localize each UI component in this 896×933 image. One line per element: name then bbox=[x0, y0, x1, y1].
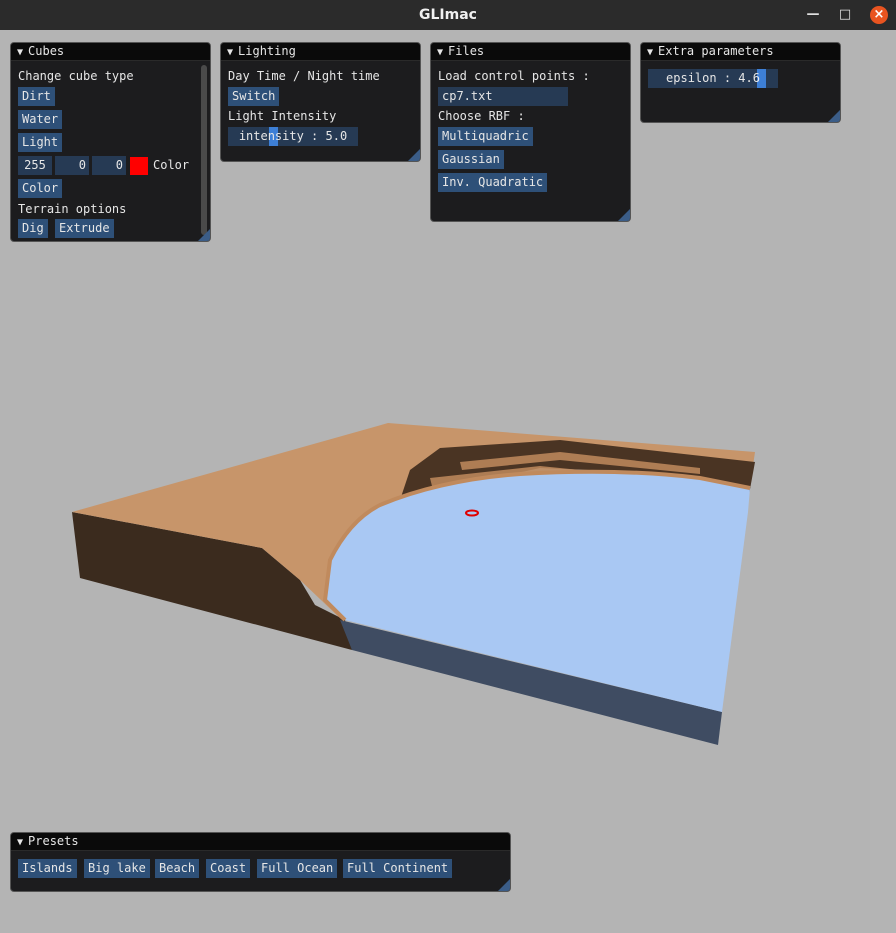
light-button[interactable]: Light bbox=[18, 133, 63, 152]
day-night-label: Day Time / Night time bbox=[228, 69, 380, 83]
lighting-panel-header[interactable]: ▼ Lighting bbox=[221, 43, 420, 61]
lighting-panel: ▼ Lighting Day Time / Night time Switch L… bbox=[220, 42, 421, 162]
resize-grip[interactable] bbox=[408, 149, 420, 161]
preset-beach-button[interactable]: Beach bbox=[155, 859, 200, 878]
collapse-arrow-icon[interactable]: ▼ bbox=[17, 837, 23, 848]
resize-grip[interactable] bbox=[198, 229, 210, 241]
collapse-arrow-icon[interactable]: ▼ bbox=[17, 47, 23, 58]
cubes-panel: ▼ Cubes Change cube type Dirt Water Light… bbox=[10, 42, 211, 242]
preset-full-ocean-button[interactable]: Full Ocean bbox=[257, 859, 338, 878]
collapse-arrow-icon[interactable]: ▼ bbox=[437, 47, 443, 58]
minimize-icon[interactable]: — bbox=[804, 6, 822, 24]
extra-panel-title: Extra parameters bbox=[658, 44, 774, 58]
collapse-arrow-icon[interactable]: ▼ bbox=[227, 47, 233, 58]
terrain-options-label: Terrain options bbox=[18, 202, 127, 216]
epsilon-slider-text: epsilon : 4.6 bbox=[666, 71, 760, 85]
collapse-arrow-icon[interactable]: ▼ bbox=[647, 47, 653, 58]
cubes-scrollbar[interactable] bbox=[201, 65, 207, 235]
gaussian-button[interactable]: Gaussian bbox=[438, 150, 504, 169]
preset-big-lake-button[interactable]: Big lake bbox=[84, 859, 150, 878]
resize-grip[interactable] bbox=[498, 879, 510, 891]
preset-full-continent-button[interactable]: Full Continent bbox=[343, 859, 453, 878]
multiquadric-button[interactable]: Multiquadric bbox=[438, 127, 533, 146]
intensity-slider[interactable]: intensity : 5.0 bbox=[228, 127, 358, 146]
color-label: Color bbox=[153, 158, 190, 172]
presets-panel-header[interactable]: ▼ Presets bbox=[11, 833, 510, 851]
cubes-panel-title: Cubes bbox=[28, 44, 65, 58]
dirt-button[interactable]: Dirt bbox=[18, 87, 55, 106]
color-r-field[interactable]: 255 bbox=[18, 156, 52, 175]
close-icon[interactable]: × bbox=[870, 6, 888, 24]
lighting-panel-title: Lighting bbox=[238, 44, 296, 58]
resize-grip[interactable] bbox=[828, 110, 840, 122]
presets-panel-title: Presets bbox=[28, 834, 79, 848]
extrude-button[interactable]: Extrude bbox=[55, 219, 114, 238]
extra-parameters-panel: ▼ Extra parameters epsilon : 4.6 bbox=[640, 42, 841, 123]
change-cube-type-label: Change cube type bbox=[18, 69, 134, 83]
switch-button[interactable]: Switch bbox=[228, 87, 280, 106]
cubes-panel-header[interactable]: ▼ Cubes bbox=[11, 43, 210, 61]
color-swatch[interactable] bbox=[130, 157, 148, 175]
inv-quadratic-button[interactable]: Inv. Quadratic bbox=[438, 173, 548, 192]
window-title: GLImac bbox=[419, 7, 477, 23]
files-panel-title: Files bbox=[448, 44, 485, 58]
extra-panel-header[interactable]: ▼ Extra parameters bbox=[641, 43, 840, 61]
water-button[interactable]: Water bbox=[18, 110, 63, 129]
epsilon-slider[interactable]: epsilon : 4.6 bbox=[648, 69, 778, 88]
color-b-field[interactable]: 0 bbox=[92, 156, 126, 175]
preset-islands-button[interactable]: Islands bbox=[18, 859, 77, 878]
color-g-field[interactable]: 0 bbox=[55, 156, 89, 175]
load-control-points-label: Load control points : bbox=[438, 69, 590, 83]
files-panel: ▼ Files Load control points : cp7.txt Cho… bbox=[430, 42, 631, 222]
resize-grip[interactable] bbox=[618, 209, 630, 221]
window-titlebar: GLImac — □ × bbox=[0, 0, 896, 30]
light-intensity-label: Light Intensity bbox=[228, 109, 337, 123]
intensity-slider-text: intensity : 5.0 bbox=[238, 129, 348, 143]
choose-rbf-label: Choose RBF : bbox=[438, 109, 525, 123]
presets-panel: ▼ Presets Islands Big lake Beach Coast Fu… bbox=[10, 832, 511, 892]
color-button[interactable]: Color bbox=[18, 179, 63, 198]
files-panel-header[interactable]: ▼ Files bbox=[431, 43, 630, 61]
file-input[interactable]: cp7.txt bbox=[438, 87, 568, 106]
maximize-icon[interactable]: □ bbox=[836, 6, 854, 24]
preset-coast-button[interactable]: Coast bbox=[206, 859, 251, 878]
dig-button[interactable]: Dig bbox=[18, 219, 48, 238]
